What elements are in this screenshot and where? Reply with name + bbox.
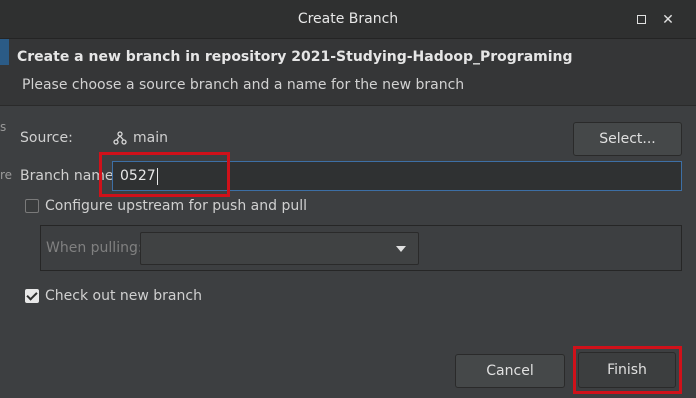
background-text-fragment: re: [0, 168, 13, 182]
select-source-button[interactable]: Select...: [573, 122, 682, 156]
dialog-header-title: Create a new branch in repository 2021-S…: [17, 49, 573, 65]
dialog-header-message: Please choose a source branch and a name…: [22, 77, 465, 93]
maximize-icon[interactable]: [631, 10, 651, 30]
checkout-branch-label: Check out new branch: [45, 288, 202, 304]
background-text-fragment: s: [0, 120, 7, 134]
configure-upstream-checkbox[interactable]: [25, 199, 39, 213]
chevron-down-icon: [396, 246, 406, 252]
source-branch: main: [113, 130, 168, 146]
finish-button[interactable]: Finish: [578, 352, 676, 388]
branch-name-label: Branch name:: [20, 168, 119, 184]
when-pulling-select[interactable]: [140, 232, 419, 265]
text-caret: [156, 167, 158, 185]
cancel-button[interactable]: Cancel: [455, 354, 565, 388]
when-pulling-label: When pulling:: [46, 240, 143, 256]
configure-upstream-label: Configure upstream for push and pull: [45, 198, 307, 214]
source-branch-name: main: [133, 130, 168, 146]
title-bar: Create Branch ✕: [0, 0, 696, 39]
header-separator: [0, 105, 696, 106]
background-window-fragment: [0, 39, 9, 65]
branch-name-value: 0527: [120, 168, 156, 184]
source-label: Source:: [20, 130, 73, 146]
checkout-branch-checkbox[interactable]: [25, 289, 39, 303]
close-icon[interactable]: ✕: [658, 10, 678, 30]
branch-name-input[interactable]: 0527: [112, 161, 682, 191]
dialog-header: Create a new branch in repository 2021-S…: [0, 39, 696, 105]
window-title: Create Branch: [297, 11, 399, 27]
git-branch-icon: [113, 131, 127, 145]
